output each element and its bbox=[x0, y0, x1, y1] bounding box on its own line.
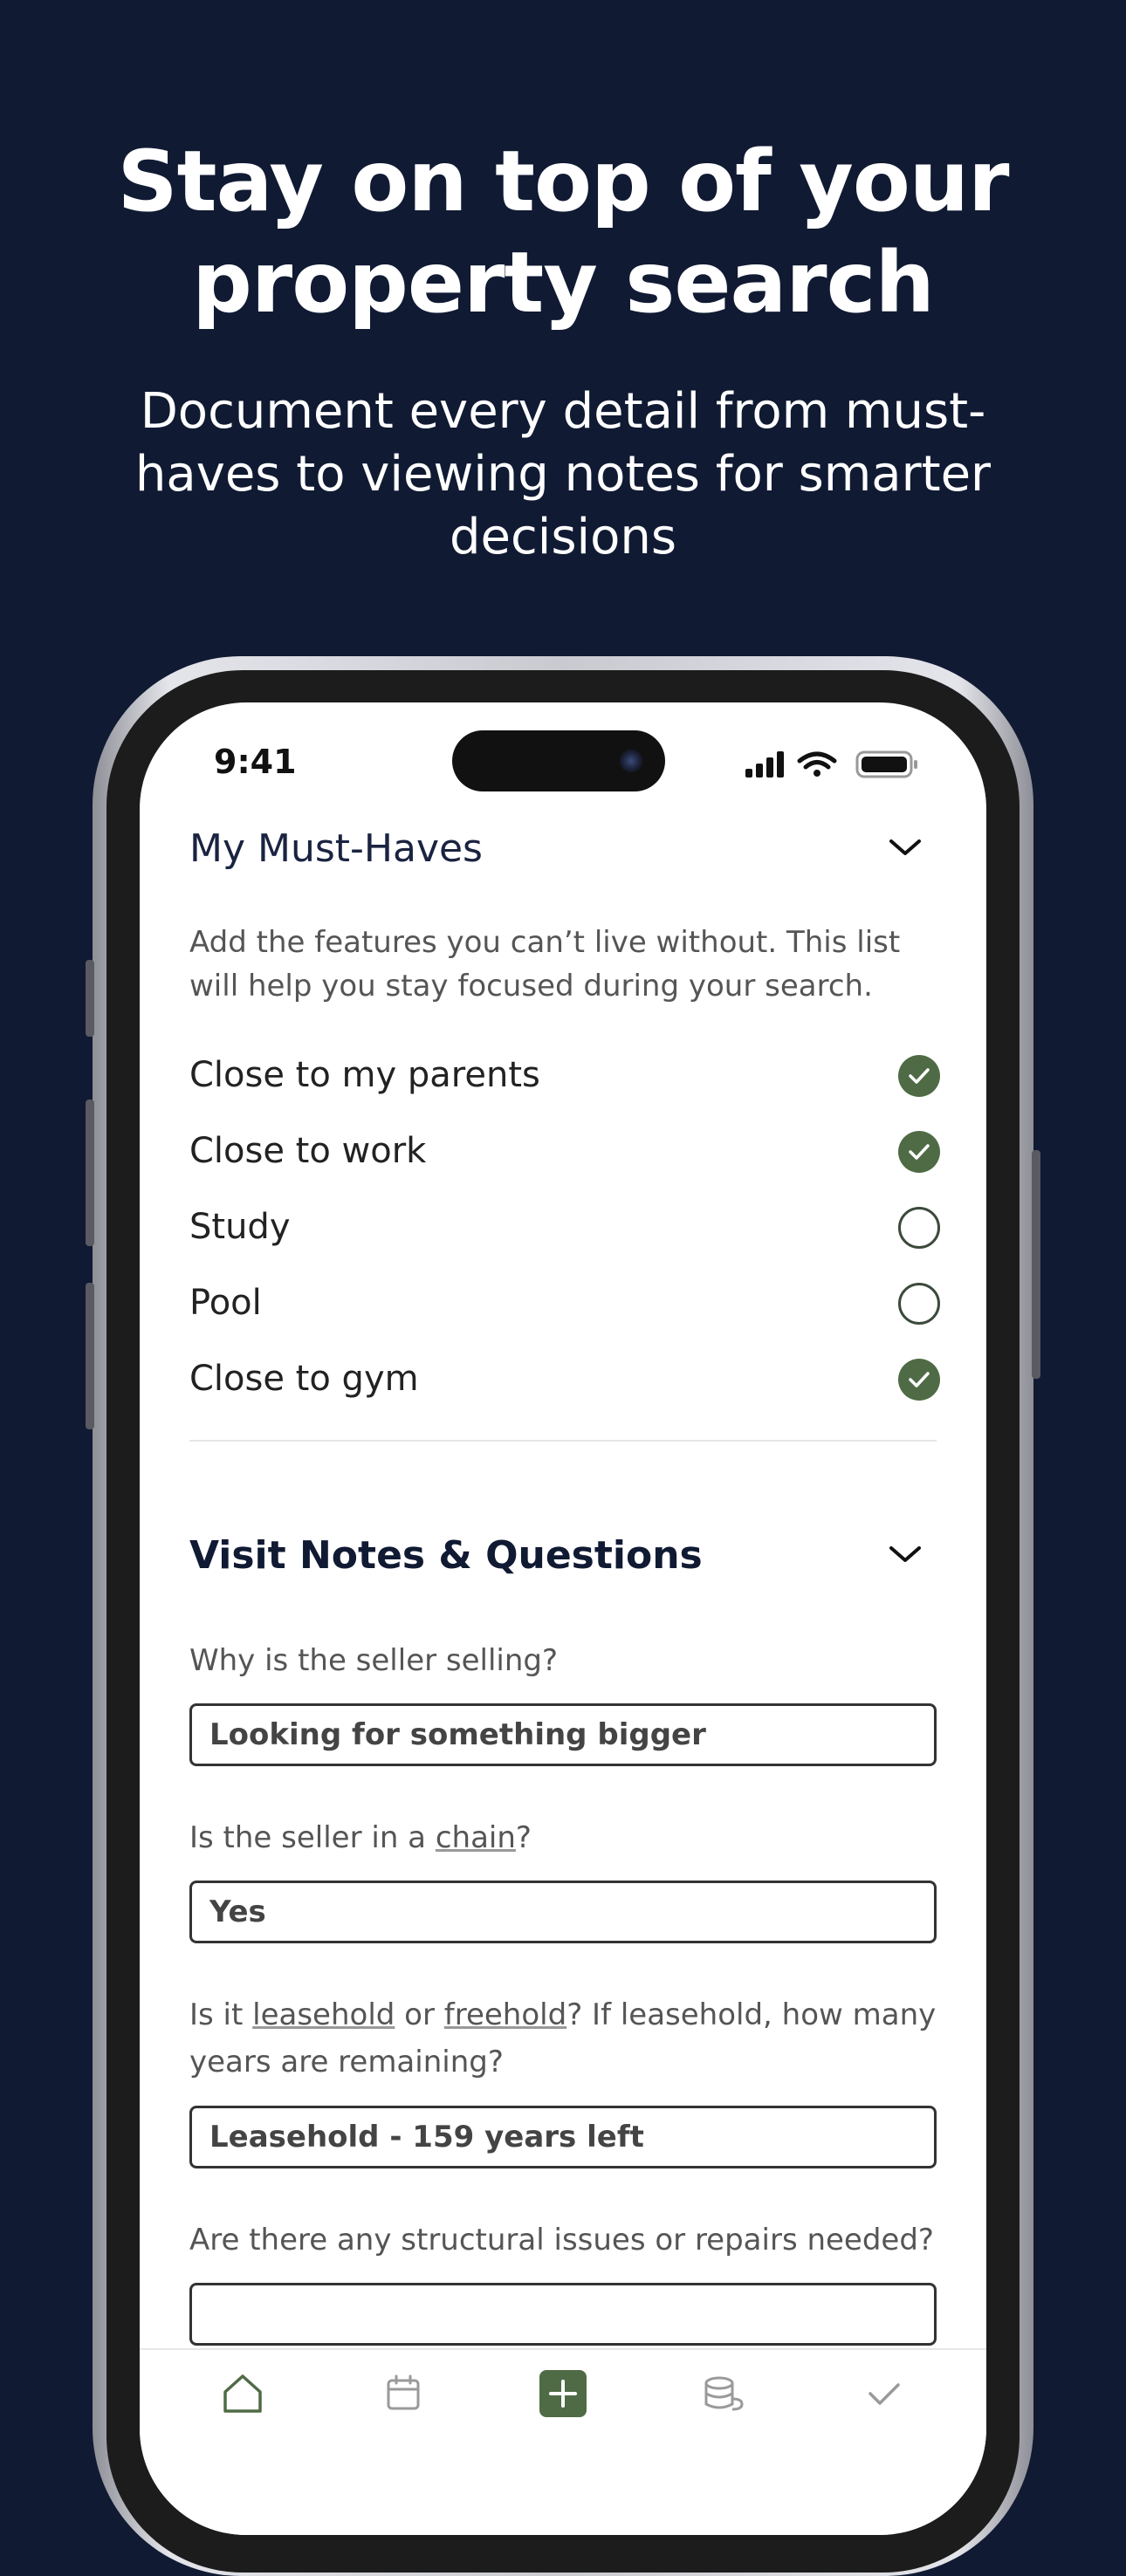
freehold-link[interactable]: freehold bbox=[444, 1997, 566, 2032]
checked-circle-icon[interactable] bbox=[898, 1055, 940, 1097]
wifi-icon bbox=[797, 751, 837, 777]
status-time: 9:41 bbox=[214, 743, 297, 781]
phone-volume-down-button bbox=[86, 1283, 94, 1429]
home-icon[interactable] bbox=[216, 2367, 269, 2420]
must-haves-description: Add the features you can’t live without.… bbox=[189, 925, 901, 1004]
chevron-down-icon[interactable] bbox=[888, 1541, 923, 1567]
add-icon[interactable] bbox=[537, 2367, 589, 2420]
must-have-label: Study bbox=[189, 1207, 291, 1247]
question-label: Are there any structural issues or repai… bbox=[189, 2216, 949, 2264]
marketing-subline: Document every detail from must-haves to… bbox=[134, 383, 992, 565]
unchecked-circle-icon[interactable] bbox=[898, 1283, 940, 1325]
question-text: Why is the seller selling? bbox=[189, 1643, 559, 1678]
visit-notes-header[interactable]: Visit Notes & Questions bbox=[189, 1525, 940, 1586]
answer-field[interactable] bbox=[189, 2283, 937, 2346]
visit-notes-title: Visit Notes & Questions bbox=[189, 1533, 703, 1578]
chain-link[interactable]: chain bbox=[436, 1820, 516, 1855]
coins-icon[interactable] bbox=[697, 2367, 749, 2420]
battery-icon bbox=[855, 750, 917, 778]
headline-line-2: property search bbox=[192, 234, 935, 332]
must-have-label: Close to work bbox=[189, 1131, 427, 1171]
chevron-down-icon[interactable] bbox=[888, 834, 923, 860]
checked-circle-icon[interactable] bbox=[898, 1131, 940, 1173]
dynamic-island bbox=[452, 730, 665, 791]
question-text: Are there any structural issues or repai… bbox=[189, 2223, 934, 2257]
question-text: Is it bbox=[189, 1997, 253, 2032]
answer-field[interactable]: Leasehold - 159 years left bbox=[189, 2106, 937, 2168]
must-have-item[interactable]: Study bbox=[189, 1196, 940, 1257]
camera-icon bbox=[620, 750, 642, 772]
marketing-headline: Stay on top of your property search bbox=[0, 131, 1126, 333]
phone-power-button bbox=[1032, 1150, 1040, 1379]
answer-field[interactable]: Looking for something bigger bbox=[189, 1703, 937, 1766]
unchecked-circle-icon[interactable] bbox=[898, 1207, 940, 1249]
question-text: or bbox=[395, 1997, 444, 2032]
phone-volume-up-button bbox=[86, 1100, 94, 1246]
question-label: Is it leasehold or freehold? If leasehol… bbox=[189, 1991, 949, 2086]
signal-icon bbox=[745, 751, 784, 778]
must-have-label: Close to gym bbox=[189, 1359, 419, 1399]
question-label: Why is the seller selling? bbox=[189, 1637, 949, 1684]
check-icon[interactable] bbox=[858, 2367, 910, 2420]
section-divider bbox=[189, 1440, 937, 1442]
tab-bar bbox=[140, 2348, 986, 2535]
question-text: ? bbox=[515, 1820, 532, 1855]
leasehold-link[interactable]: leasehold bbox=[252, 1997, 395, 2032]
must-have-label: Close to my parents bbox=[189, 1055, 540, 1095]
question-label: Is the seller in a chain? bbox=[189, 1814, 949, 1861]
must-have-label: Pool bbox=[189, 1283, 262, 1323]
must-have-item[interactable]: Close to work bbox=[189, 1120, 940, 1182]
must-have-item[interactable]: Close to gym bbox=[189, 1348, 940, 1409]
checked-circle-icon[interactable] bbox=[898, 1359, 940, 1401]
must-haves-header[interactable]: My Must-Haves bbox=[189, 819, 940, 880]
must-have-item[interactable]: Pool bbox=[189, 1272, 940, 1333]
status-icons bbox=[745, 750, 917, 778]
must-have-item[interactable]: Close to my parents bbox=[189, 1045, 940, 1106]
answer-field[interactable]: Yes bbox=[189, 1881, 937, 1943]
phone-action-button bbox=[86, 960, 94, 1037]
question-text: Is the seller in a bbox=[189, 1820, 436, 1855]
headline-line-1: Stay on top of your bbox=[117, 133, 1010, 230]
calendar-icon[interactable] bbox=[377, 2367, 429, 2420]
must-haves-title: My Must-Haves bbox=[189, 826, 483, 871]
phone-screen: 9:41 My Must-Haves Add the features you … bbox=[140, 702, 986, 2535]
